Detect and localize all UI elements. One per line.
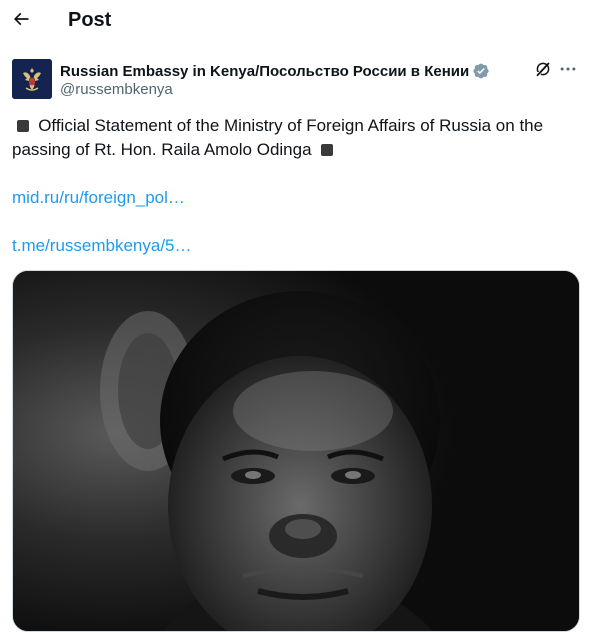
author-name-row[interactable]: Russian Embassy in Kenya/Посольство Росс…: [60, 61, 490, 81]
verified-badge-icon: [472, 62, 490, 80]
page-title: Post: [68, 9, 112, 31]
emblem-icon: [12, 59, 52, 99]
avatar[interactable]: [12, 59, 52, 99]
grok-button[interactable]: [532, 60, 554, 82]
black-square-icon: [16, 120, 29, 132]
portrait-photo: [13, 271, 579, 631]
post-link[interactable]: mid.ru/ru/foreign_pol…: [12, 186, 185, 210]
post-body: Official Statement of the Ministry of Fo…: [12, 116, 544, 159]
top-bar: Post: [0, 0, 591, 42]
more-horizontal-icon: [558, 59, 578, 84]
more-button[interactable]: [556, 60, 580, 82]
arrow-left-icon: [11, 9, 31, 34]
author-display-name[interactable]: Russian Embassy in Kenya/Посольство Росс…: [60, 63, 469, 80]
back-button[interactable]: [4, 4, 38, 38]
post-image[interactable]: [12, 270, 580, 632]
grok-icon: [534, 60, 552, 83]
author-handle[interactable]: @russembkenya: [60, 81, 173, 99]
black-square-icon: [321, 144, 334, 156]
post-text: Official Statement of the Ministry of Fo…: [12, 114, 577, 162]
post-link[interactable]: t.me/russembkenya/5…: [12, 234, 192, 258]
